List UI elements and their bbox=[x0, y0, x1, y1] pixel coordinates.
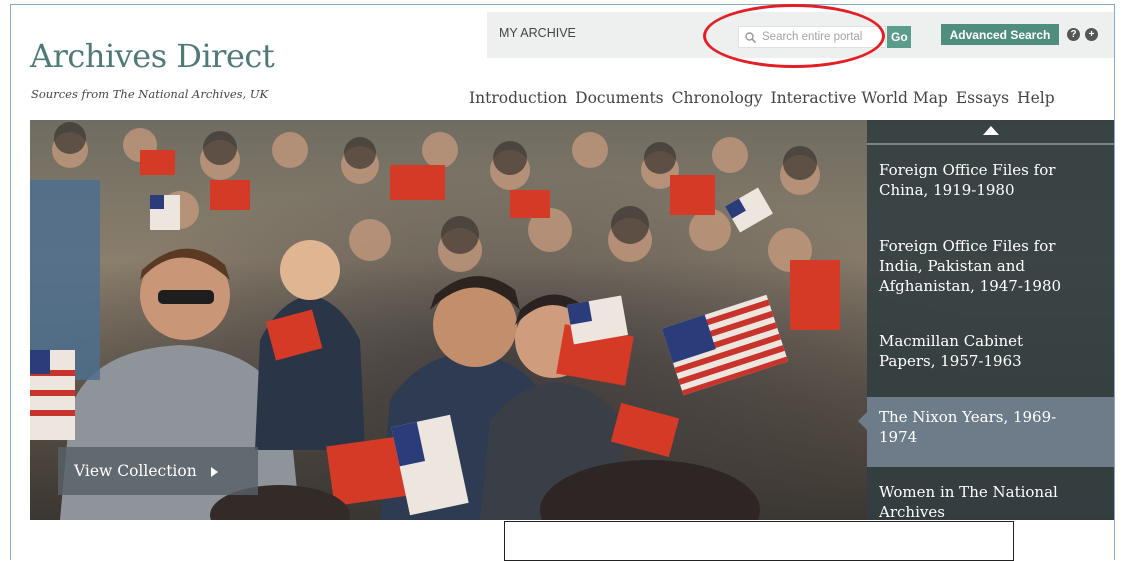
collection-item-women[interactable]: Women in The National Archives bbox=[867, 482, 1114, 520]
help-icon[interactable]: ? bbox=[1067, 28, 1080, 41]
utility-bar: MY ARCHIVE Go Advanced Search ? + bbox=[487, 12, 1114, 58]
collection-item-nixon-years[interactable]: The Nixon Years, 1969- 1974 bbox=[867, 397, 1114, 467]
nav-interactive-world-map[interactable]: Interactive World Map bbox=[771, 89, 948, 107]
panel-divider bbox=[867, 143, 1114, 145]
site-tagline: Sources from The National Archives, UK bbox=[31, 87, 269, 101]
advanced-search-button[interactable]: Advanced Search bbox=[941, 24, 1059, 45]
collection-item-china[interactable]: Foreign Office Files for China, 1919-198… bbox=[867, 160, 1114, 240]
site-logo-title[interactable]: Archives Direct bbox=[30, 37, 275, 75]
search-input[interactable] bbox=[759, 31, 882, 43]
nav-help[interactable]: Help bbox=[1017, 89, 1055, 107]
search-icon bbox=[743, 29, 759, 45]
collection-item-macmillan[interactable]: Macmillan Cabinet Papers, 1957-1963 bbox=[867, 331, 1114, 401]
caption-box bbox=[504, 521, 1014, 561]
view-collection-button[interactable]: View Collection bbox=[58, 447, 258, 495]
nav-chronology[interactable]: Chronology bbox=[672, 89, 763, 107]
collections-carousel-panel: Foreign Office Files for China, 1919-198… bbox=[867, 120, 1114, 520]
active-item-pointer bbox=[858, 412, 867, 430]
nav-documents[interactable]: Documents bbox=[575, 89, 663, 107]
scroll-up-arrow-icon[interactable] bbox=[983, 126, 999, 135]
view-collection-label: View Collection bbox=[74, 462, 197, 480]
search-go-button[interactable]: Go bbox=[887, 26, 911, 48]
my-archive-link[interactable]: MY ARCHIVE bbox=[499, 26, 576, 40]
play-arrow-icon bbox=[210, 467, 218, 477]
search-box[interactable] bbox=[738, 26, 886, 48]
collection-item-india-pakistan[interactable]: Foreign Office Files for India, Pakistan… bbox=[867, 236, 1114, 326]
nav-essays[interactable]: Essays bbox=[956, 89, 1009, 107]
main-nav: Introduction Documents Chronology Intera… bbox=[469, 89, 1055, 107]
expand-plus-icon[interactable]: + bbox=[1085, 28, 1098, 41]
nav-introduction[interactable]: Introduction bbox=[469, 89, 567, 107]
